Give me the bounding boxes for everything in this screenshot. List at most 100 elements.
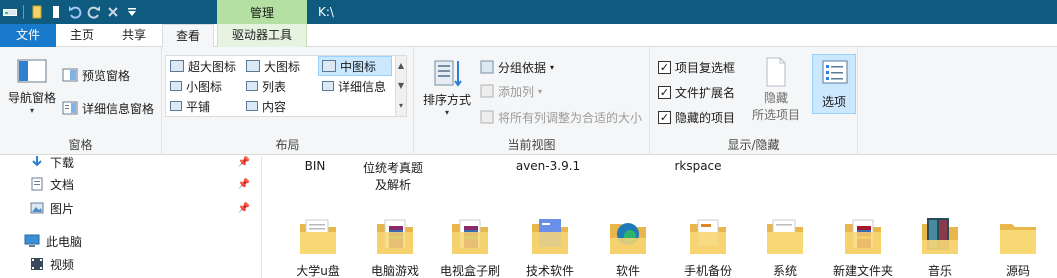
file-item-label[interactable]: 位统考真题 [353,159,433,176]
options-button[interactable]: 选项 [812,54,856,114]
group-show-hide-label: 显示/隐藏 [727,138,780,152]
folder-icon[interactable] [296,214,340,258]
hidden-items-toggle[interactable]: ✓ 隐藏的项目 [658,107,735,127]
folder-winrar-icon[interactable] [448,214,492,258]
add-columns-icon [480,84,494,98]
layout-content[interactable]: 内容 [246,96,286,116]
file-item-label[interactable]: 大学u盘 [283,262,353,278]
videos-icon [31,258,43,270]
file-item-label[interactable]: 系统 [750,262,820,278]
nav-item-label: 文档 [50,177,75,192]
preview-pane-button[interactable]: 预览窗格 [62,65,130,85]
checkbox-checked-icon[interactable]: ✓ [658,110,671,124]
file-item-label[interactable]: 源码 [983,262,1053,278]
file-item-label[interactable]: 手机备份 [673,262,743,278]
scroll-up-icon[interactable]: ▲ [396,56,406,76]
hide-selected-label-1: 隐藏 [763,91,788,105]
file-item-label[interactable]: 新建文件夹 [823,262,903,278]
file-item-label[interactable]: 电脑游戏 [360,262,430,278]
nav-pane-button[interactable]: 导航窗格 ▾ [6,57,58,115]
folder-icon[interactable] [686,214,730,258]
nav-item-label: 图片 [50,201,75,216]
layout-small-icons[interactable]: 小图标 [170,76,222,96]
details-icon [322,81,334,91]
folder-icon[interactable] [763,214,807,258]
scroll-down-icon[interactable]: ▼ [396,76,406,96]
tab-file[interactable]: 文件 [0,24,56,47]
navigation-pane: 下载 📌 文档 📌 图片 📌 此电脑 视频 [0,156,262,278]
layout-details[interactable]: 详细信息 [322,76,386,96]
chevron-down-icon: ▾ [550,62,555,72]
file-item-label[interactable]: 技术软件 [515,262,585,278]
tab-share[interactable]: 共享 [108,24,160,47]
customize-toolbar-icon[interactable] [124,4,140,20]
file-item-label[interactable]: 软件 [593,262,663,278]
chevron-down-icon: ▾ [444,108,449,117]
sort-by-label: 排序方式 [422,93,471,107]
file-item-label[interactable]: 音乐 [905,262,975,278]
title-bar: 管理 K:\ [0,0,1057,24]
tab-home[interactable]: 主页 [56,24,108,47]
hide-selected-label-2: 所选项目 [751,108,800,122]
layout-extra-large-icons[interactable]: 超大图标 [170,56,236,76]
size-all-columns-button[interactable]: 将所有列调整为合适的大小 [480,107,642,127]
hide-selected-button[interactable]: 隐藏 所选项目 [748,57,804,123]
layout-medium-icons[interactable]: 中图标 [318,56,392,76]
nav-item-documents[interactable]: 文档 📌 [30,172,258,196]
add-columns-button[interactable]: 添加列 ▾ [480,81,542,101]
group-by-button[interactable]: 分组依据 ▾ [480,57,554,77]
file-item-label[interactable]: BIN [293,159,337,173]
add-columns-label: 添加列 [498,84,535,99]
sort-by-icon [434,60,462,87]
checkbox-checked-icon[interactable]: ✓ [658,60,671,74]
new-folder-icon[interactable] [48,4,64,20]
sort-by-button[interactable]: 排序方式 ▾ [420,57,474,117]
hide-selected-icon [766,57,786,87]
folder-winrar-icon[interactable] [373,214,417,258]
layout-large-icons[interactable]: 大图标 [246,56,300,76]
size-columns-icon [480,110,494,124]
drive-icon [2,4,18,20]
layout-list[interactable]: 列表 [246,76,286,96]
layout-gallery-scroller[interactable]: ▲ ▼ ▾ [395,56,406,116]
folder-music-icon[interactable] [918,214,962,258]
layout-tiles[interactable]: 平铺 [170,96,210,116]
file-item-label[interactable]: 及解析 [353,176,433,193]
group-current-view-label: 当前视图 [507,138,556,152]
tab-drive-tools[interactable]: 驱动器工具 [217,24,307,47]
folder-edge-icon[interactable] [606,214,650,258]
pin-icon[interactable]: 📌 [238,157,250,168]
pin-icon[interactable]: 📌 [238,179,250,190]
group-panes: 导航窗格 ▾ 预览窗格 详细信息窗格 窗格 [0,47,162,155]
expand-gallery-icon[interactable]: ▾ [396,96,406,116]
small-icons-icon [170,81,182,91]
pin-icon[interactable]: 📌 [238,203,250,214]
nav-item-label: 下载 [50,155,75,170]
details-pane-button[interactable]: 详细信息窗格 [62,98,154,118]
chevron-down-icon: ▾ [29,106,34,115]
undo-icon[interactable] [67,4,83,20]
redo-icon[interactable] [86,4,102,20]
item-checkboxes-label: 项目复选框 [675,60,736,75]
nav-item-downloads[interactable]: 下载 📌 [30,150,258,174]
folder-blue-icon[interactable] [528,214,572,258]
file-item-label[interactable]: 电视盒子刷 [435,262,505,278]
delete-icon[interactable] [105,4,121,20]
tiles-icon [170,101,182,111]
nav-item-pictures[interactable]: 图片 📌 [30,196,258,220]
file-item-label[interactable]: rkspace [663,159,733,173]
layout-item-label: 详细信息 [338,79,387,94]
pictures-icon [30,202,44,214]
nav-item-this-pc[interactable]: 此电脑 [24,229,258,253]
folder-winrar-icon[interactable] [841,214,885,258]
nav-item-videos[interactable]: 视频 [30,252,258,276]
folder-icon[interactable] [996,214,1040,258]
layout-gallery: 超大图标 大图标 中图标 小图标 列表 详细信息 平铺 内容 [165,55,407,117]
checkbox-checked-icon[interactable]: ✓ [658,85,671,99]
file-item-label[interactable]: aven-3.9.1 [503,159,593,173]
layout-item-label: 超大图标 [188,59,237,74]
item-checkboxes-toggle[interactable]: ✓ 项目复选框 [658,57,735,77]
tab-view[interactable]: 查看 [162,24,214,48]
file-extensions-toggle[interactable]: ✓ 文件扩展名 [658,82,735,102]
properties-icon[interactable] [29,4,45,20]
